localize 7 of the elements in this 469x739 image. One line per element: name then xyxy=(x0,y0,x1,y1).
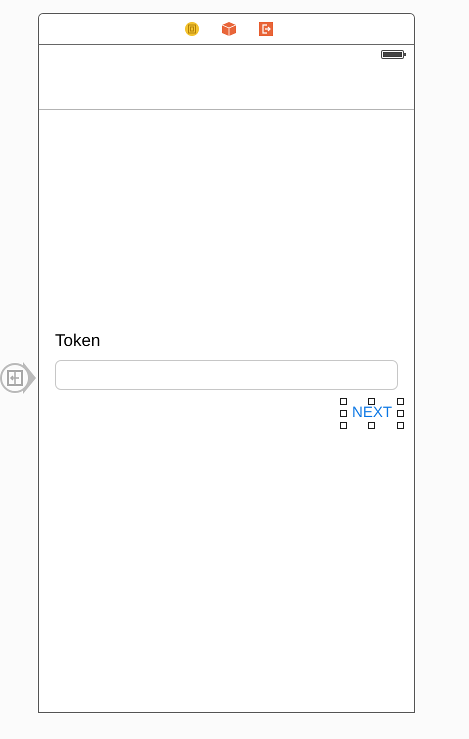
exit-icon[interactable] xyxy=(258,22,272,36)
cube-icon[interactable] xyxy=(222,22,236,36)
token-field[interactable] xyxy=(55,360,398,390)
battery-icon xyxy=(381,50,406,59)
view-controller-icon[interactable] xyxy=(184,22,198,36)
token-label: Token xyxy=(55,330,100,352)
next-button[interactable]: NEXT xyxy=(340,398,404,429)
